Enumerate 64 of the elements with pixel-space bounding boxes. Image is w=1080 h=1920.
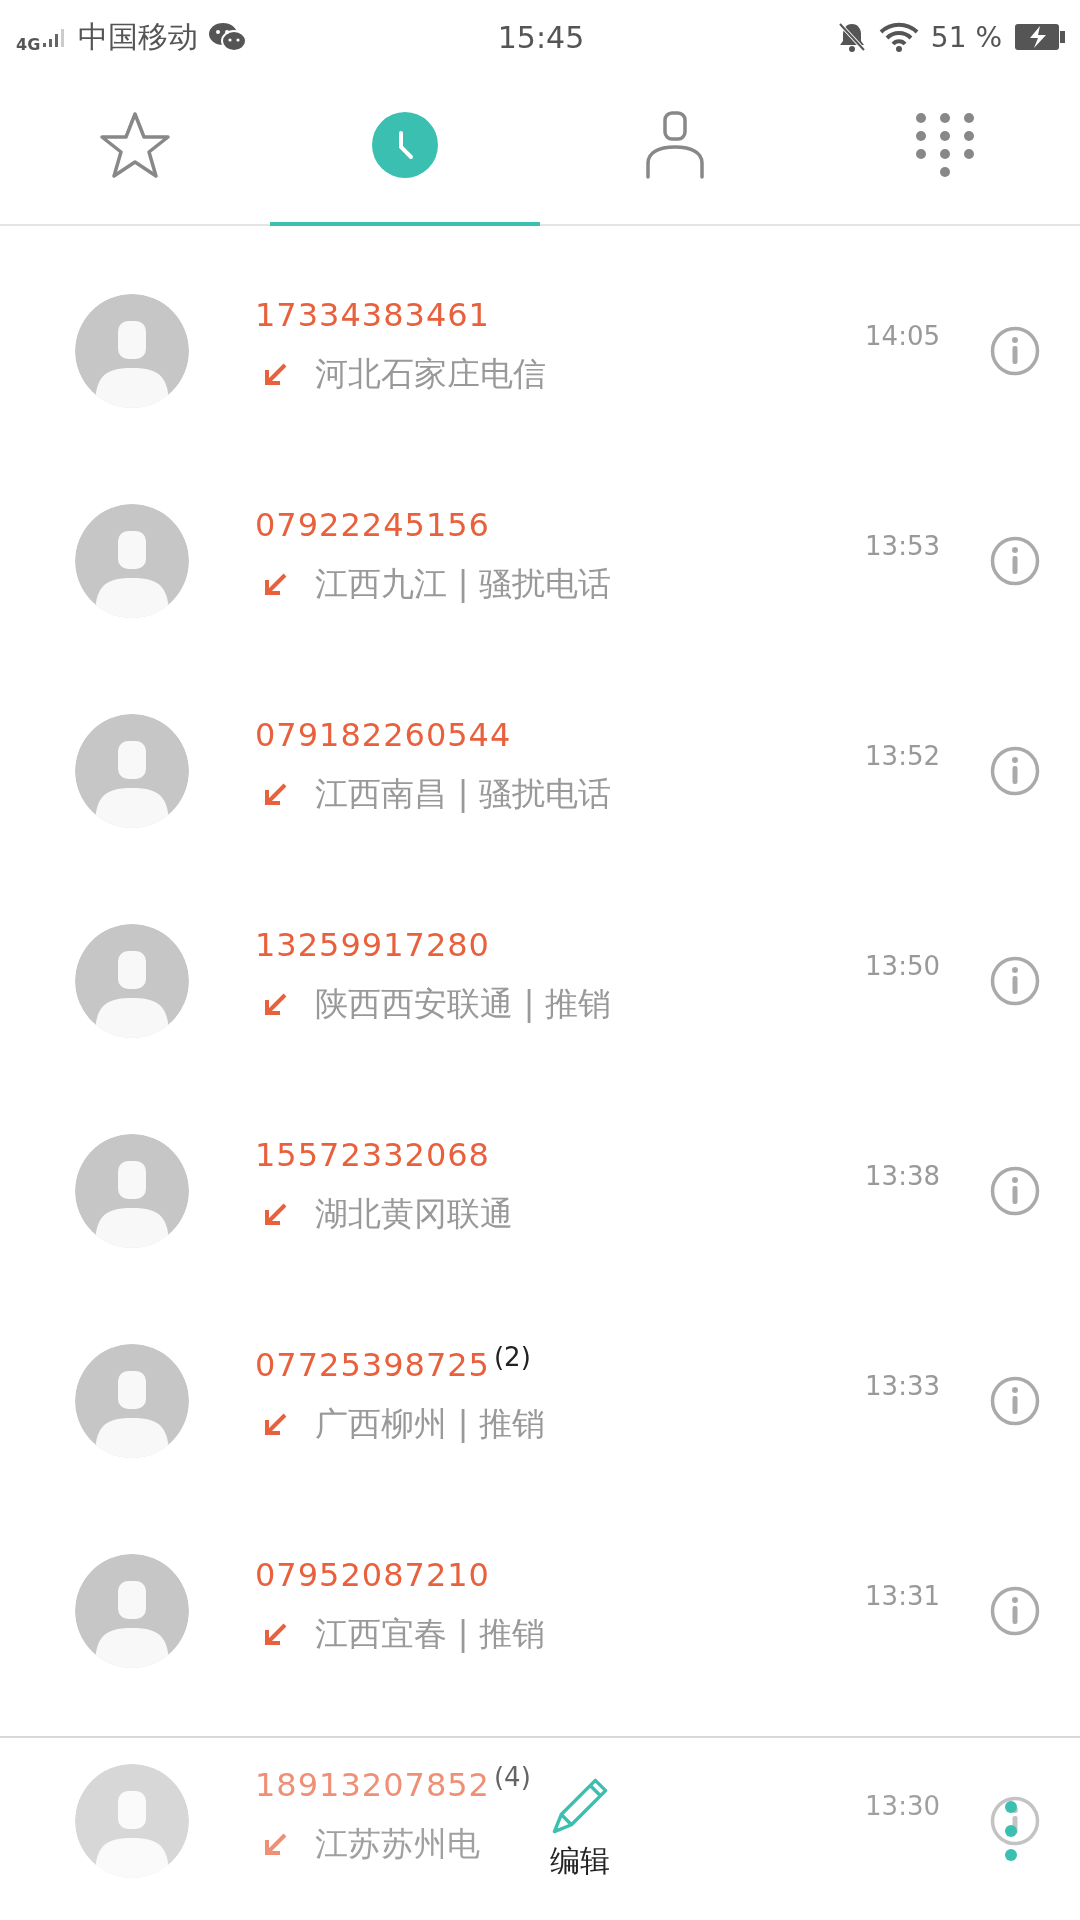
incoming-arrow-icon [263, 991, 289, 1017]
incoming-arrow-icon [263, 1621, 289, 1647]
phone-number: 13259917280 [255, 925, 490, 964]
phone-number: 17334383461 [255, 295, 490, 334]
call-count: (2) [493, 1341, 531, 1372]
call-location: 江苏苏州电 [315, 1822, 480, 1865]
call-time: 13:31 [865, 1581, 940, 1611]
call-time: 13:52 [865, 741, 940, 771]
phone-number: 079182260544 [255, 715, 512, 754]
edit-button[interactable]: 编辑 [550, 1776, 610, 1882]
call-time: 14:05 [865, 321, 940, 351]
star-icon [99, 110, 171, 180]
incoming-arrow-icon [263, 571, 289, 597]
call-location: 广西柳州 | 推销 [315, 1402, 546, 1445]
incoming-arrow-icon [263, 1831, 289, 1857]
info-icon[interactable] [990, 1586, 1040, 1636]
dialpad-icon [915, 112, 975, 178]
info-icon[interactable] [990, 1796, 1040, 1846]
pencil-icon [551, 1776, 609, 1835]
clock-icon [371, 111, 439, 179]
call-time: 13:33 [865, 1371, 940, 1401]
avatar-icon [75, 924, 189, 1038]
info-icon[interactable] [990, 536, 1040, 586]
info-icon[interactable] [990, 746, 1040, 796]
incoming-arrow-icon [263, 361, 289, 387]
clock-label: 15:45 [497, 19, 585, 55]
phone-number: 07725398725 [255, 1345, 490, 1384]
call-time: 13:53 [865, 531, 940, 561]
call-location: 湖北黄冈联通 [315, 1192, 513, 1235]
avatar-icon [75, 714, 189, 828]
phone-number: 18913207852 [255, 1765, 490, 1804]
wifi-icon [878, 22, 919, 52]
call-location: 江西宜春 | 推销 [315, 1612, 546, 1655]
info-icon[interactable] [990, 326, 1040, 376]
call-time: 13:50 [865, 951, 940, 981]
phone-number: 07922245156 [255, 505, 490, 544]
call-time: 13:30 [865, 1791, 940, 1821]
call-location: 江西南昌 | 骚扰电话 [315, 772, 612, 815]
avatar-icon [75, 294, 189, 408]
incoming-arrow-icon [263, 781, 289, 807]
avatar-icon [75, 1554, 189, 1668]
avatar-icon [75, 504, 189, 618]
battery-percent: 51 % [930, 20, 1002, 54]
info-icon[interactable] [990, 1376, 1040, 1426]
carrier-label: 中国移动 [78, 17, 199, 56]
avatar-icon [75, 1134, 189, 1248]
call-time: 13:38 [865, 1161, 940, 1191]
avatar-icon [75, 1344, 189, 1458]
phone-number: 15572332068 [255, 1135, 490, 1174]
charging-battery-icon [1014, 23, 1066, 51]
person-icon [645, 111, 705, 179]
incoming-arrow-icon [263, 1411, 289, 1437]
call-location: 陕西西安联通 | 推销 [315, 982, 612, 1025]
info-icon[interactable] [990, 1166, 1040, 1216]
avatar-icon [75, 1764, 189, 1878]
info-icon[interactable] [990, 956, 1040, 1006]
call-location: 河北石家庄电信 [315, 352, 546, 395]
phone-number: 07952087210 [255, 1555, 490, 1594]
muted-bell-icon [836, 21, 867, 53]
call-location: 江西九江 | 骚扰电话 [315, 562, 612, 605]
call-count: (4) [493, 1761, 531, 1792]
network-label: 4G [16, 34, 41, 54]
incoming-arrow-icon [263, 1201, 289, 1227]
more-options-icon[interactable] [1004, 1800, 1018, 1862]
